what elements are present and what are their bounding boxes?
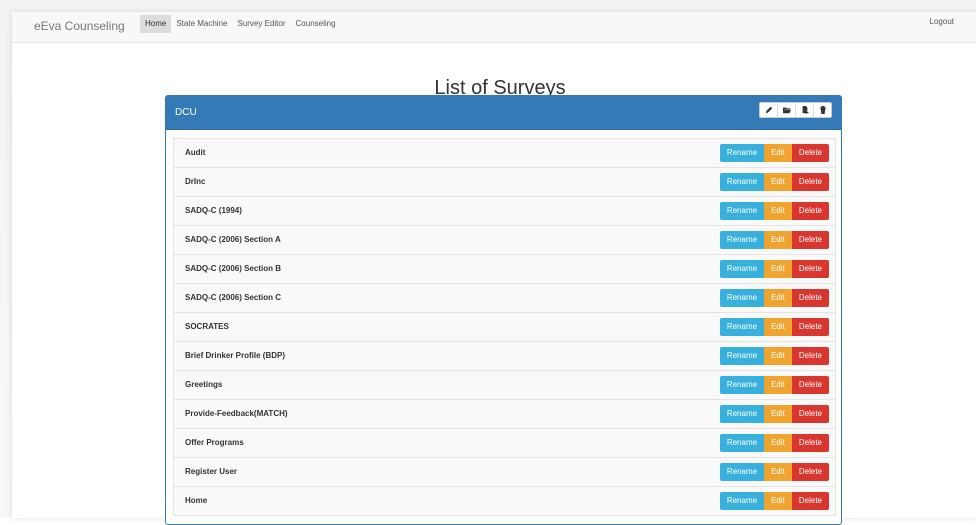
trash-icon	[819, 106, 826, 114]
delete-button[interactable]: Delete	[791, 144, 829, 162]
survey-name: Brief Drinker Profile (BDP)	[185, 351, 286, 360]
delete-panel-button[interactable]	[814, 103, 831, 117]
survey-row: Offer Programs Rename Edit Delete	[173, 429, 836, 458]
pencil-icon	[765, 106, 772, 114]
survey-actions: Rename Edit Delete	[719, 289, 829, 307]
survey-row: SADQ-C (2006) Section B Rename Edit Delete	[173, 255, 836, 284]
survey-name: Audit	[185, 148, 206, 157]
survey-actions: Rename Edit Delete	[719, 347, 829, 365]
delete-button[interactable]: Delete	[791, 405, 829, 423]
rename-button[interactable]: Rename	[719, 202, 765, 220]
survey-actions: Rename Edit Delete	[719, 376, 829, 394]
navbar-brand[interactable]: eEva Counseling	[34, 19, 125, 33]
nav-link-state-machine[interactable]: State Machine	[171, 15, 232, 33]
survey-actions: Rename Edit Delete	[719, 202, 829, 220]
rename-button[interactable]: Rename	[719, 492, 765, 510]
rename-button[interactable]: Rename	[719, 144, 765, 162]
rename-button[interactable]: Rename	[719, 260, 765, 278]
survey-actions: Rename Edit Delete	[719, 463, 829, 481]
survey-actions: Rename Edit Delete	[719, 318, 829, 336]
rename-button[interactable]: Rename	[719, 289, 765, 307]
survey-row: SADQ-C (2006) Section C Rename Edit Delete	[173, 284, 836, 313]
survey-list: Audit Rename Edit Delete DrInc Rename Edit Dele…	[173, 138, 836, 516]
edit-button[interactable]: Edit	[764, 434, 792, 452]
panel-heading: DCU	[166, 96, 841, 130]
edit-button[interactable]: Edit	[764, 492, 792, 510]
delete-button[interactable]: Delete	[791, 376, 829, 394]
nav-link-home[interactable]: Home	[140, 15, 172, 33]
rename-button[interactable]: Rename	[719, 318, 765, 336]
rename-button[interactable]: Rename	[719, 463, 765, 481]
edit-button[interactable]: Edit	[764, 289, 792, 307]
survey-actions: Rename Edit Delete	[719, 144, 829, 162]
survey-row: Audit Rename Edit Delete	[173, 138, 836, 168]
survey-name: SADQ-C (2006) Section B	[185, 264, 282, 273]
rename-button[interactable]: Rename	[719, 231, 765, 249]
rename-button[interactable]: Rename	[719, 347, 765, 365]
edit-button[interactable]: Edit	[764, 231, 792, 249]
import-icon	[802, 106, 809, 114]
logout-link[interactable]: Logout	[930, 17, 954, 26]
nav-link-survey-editor[interactable]: Survey Editor	[232, 15, 290, 33]
survey-name: SADQ-C (2006) Section C	[185, 293, 282, 302]
survey-row: SOCRATES Rename Edit Delete	[173, 313, 836, 342]
survey-actions: Rename Edit Delete	[719, 231, 829, 249]
navbar: eEva Counseling Home State Machine Surve…	[12, 12, 976, 43]
survey-name: SADQ-C (2006) Section A	[185, 235, 281, 244]
edit-button[interactable]: Edit	[764, 376, 792, 394]
edit-panel-button[interactable]	[760, 103, 778, 117]
rename-button[interactable]: Rename	[719, 434, 765, 452]
rename-button[interactable]: Rename	[719, 376, 765, 394]
survey-row: Provide-Feedback(MATCH) Rename Edit Delete	[173, 400, 836, 429]
survey-row: DrInc Rename Edit Delete	[173, 168, 836, 197]
survey-name: SADQ-C (1994)	[185, 206, 242, 215]
nav-link-counseling[interactable]: Counseling	[291, 15, 341, 33]
delete-button[interactable]: Delete	[791, 347, 829, 365]
edit-button[interactable]: Edit	[764, 173, 792, 191]
survey-name: DrInc	[185, 177, 206, 186]
delete-button[interactable]: Delete	[791, 173, 829, 191]
survey-name: Greetings	[185, 380, 223, 389]
survey-actions: Rename Edit Delete	[719, 405, 829, 423]
survey-panel: DCU Audit Rename Edit Delete DrInc Rename Edit…	[165, 95, 842, 525]
rename-button[interactable]: Rename	[719, 173, 765, 191]
delete-button[interactable]: Delete	[791, 260, 829, 278]
survey-name: Register User	[185, 467, 238, 476]
edit-button[interactable]: Edit	[764, 347, 792, 365]
nav-links: Home State Machine Survey Editor Counsel…	[140, 12, 341, 42]
delete-button[interactable]: Delete	[791, 202, 829, 220]
survey-row: Greetings Rename Edit Delete	[173, 371, 836, 400]
edit-button[interactable]: Edit	[764, 463, 792, 481]
survey-name: Offer Programs	[185, 438, 244, 447]
delete-button[interactable]: Delete	[791, 434, 829, 452]
delete-button[interactable]: Delete	[791, 463, 829, 481]
edit-button[interactable]: Edit	[764, 405, 792, 423]
delete-button[interactable]: Delete	[791, 289, 829, 307]
survey-row: SADQ-C (1994) Rename Edit Delete	[173, 197, 836, 226]
folder-open-icon	[782, 107, 791, 114]
delete-button[interactable]: Delete	[791, 318, 829, 336]
delete-button[interactable]: Delete	[791, 231, 829, 249]
survey-name: SOCRATES	[185, 322, 229, 331]
survey-actions: Rename Edit Delete	[719, 492, 829, 510]
survey-actions: Rename Edit Delete	[719, 434, 829, 452]
panel-toolbar	[759, 102, 832, 118]
edit-button[interactable]: Edit	[764, 260, 792, 278]
delete-button[interactable]: Delete	[791, 492, 829, 510]
edit-button[interactable]: Edit	[764, 318, 792, 336]
survey-row: SADQ-C (2006) Section A Rename Edit Delete	[173, 226, 836, 255]
survey-row: Brief Drinker Profile (BDP) Rename Edit Del…	[173, 342, 836, 371]
survey-actions: Rename Edit Delete	[719, 173, 829, 191]
open-folder-button[interactable]	[778, 103, 796, 117]
edit-button[interactable]: Edit	[764, 144, 792, 162]
edit-button[interactable]: Edit	[764, 202, 792, 220]
survey-row: Register User Rename Edit Delete	[173, 458, 836, 487]
survey-name: Home	[185, 496, 208, 505]
survey-name: Provide-Feedback(MATCH)	[185, 409, 288, 418]
panel-title: DCU	[175, 107, 197, 118]
survey-actions: Rename Edit Delete	[719, 260, 829, 278]
rename-button[interactable]: Rename	[719, 405, 765, 423]
survey-row: Home Rename Edit Delete	[173, 487, 836, 516]
import-button[interactable]	[796, 103, 814, 117]
